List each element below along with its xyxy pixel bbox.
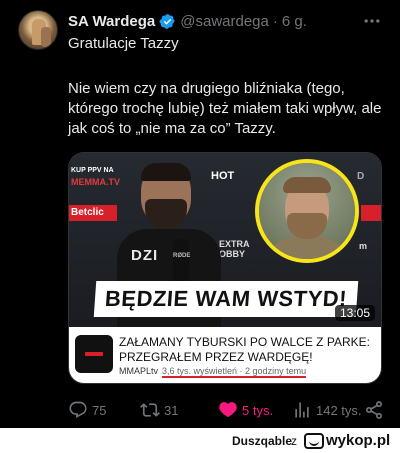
card-title[interactable]: ZAŁAMANY TYBURSKI PO WALCE Z PARKE: PRZE… [119, 335, 377, 365]
sponsor-d: D [357, 171, 365, 182]
tweet-header: SA Wardega @sawardega · 6 g. [68, 11, 307, 31]
author-handle[interactable]: @sawardega [180, 13, 269, 30]
footer-preposition: z [291, 434, 297, 448]
wykop-logo-icon [304, 432, 324, 449]
retweet-count: 31 [164, 402, 179, 418]
sponsor-red-strip [361, 205, 381, 221]
share-button[interactable] [364, 398, 388, 422]
reply-button[interactable]: 75 [68, 398, 106, 422]
tweet-text-line2: Nie wiem czy na drugiego bliźniaka (tego… [68, 80, 382, 137]
tweet-text-line1: Gratulacje Tazzy [68, 35, 179, 52]
wykop-footer: Duszqable z wykop.pl [0, 428, 400, 453]
sponsor-extra: EXTRA [219, 239, 250, 249]
mic-label: RØDE [173, 253, 191, 259]
retweet-icon [140, 403, 160, 417]
video-duration: 13:05 [334, 305, 375, 321]
shirt-text: DZI [131, 247, 159, 264]
author-name[interactable]: SA Wardega [68, 13, 155, 30]
share-icon [366, 401, 382, 419]
sponsor-memma: MEMMA.TV [71, 177, 120, 187]
views-button[interactable]: 142 tys. [292, 398, 362, 422]
card-channel: MMAPLtv [119, 366, 159, 376]
card-meta[interactable]: ZAŁAMANY TYBURSKI PO WALCE Z PARKE: PRZE… [69, 327, 381, 383]
reply-icon [69, 401, 87, 419]
thumbnail-headline: BĘDZIE WAM WSTYD! [93, 281, 359, 317]
reply-count: 75 [92, 402, 107, 418]
tweet-time[interactable]: 6 g. [282, 13, 307, 30]
sponsor-kup: KUP PPV NA [71, 167, 114, 174]
verified-badge-icon [159, 13, 176, 29]
retweet-button[interactable]: 31 [140, 398, 178, 422]
tweet[interactable]: SA Wardega @sawardega · 6 g. Gratulacje … [0, 0, 400, 428]
card-stats: 3,6 tys. wyświetleń · 2 godziny temu [162, 366, 307, 378]
action-bar: 75 31 5 tys. 142 tys. [68, 398, 388, 422]
footer-site: wykop.pl [326, 432, 391, 449]
channel-logo [75, 335, 113, 373]
header-separator: · [272, 12, 278, 30]
views-count: 142 tys. [316, 402, 362, 418]
card-subtitle: MMAPLtv 3,6 tys. wyświetleń · 2 godziny t… [119, 366, 307, 378]
like-button[interactable]: 5 tys. [218, 398, 273, 422]
sponsor-m: m [359, 241, 368, 251]
author-avatar[interactable] [18, 10, 58, 50]
sponsor-betclic: Betclic [69, 205, 117, 221]
sponsor-obby: OBBY [219, 249, 246, 259]
link-card[interactable]: KUP PPV NA MEMMA.TV Betclic HOT D EXTRA … [68, 152, 382, 384]
heart-icon [219, 402, 237, 418]
like-count: 5 tys. [242, 402, 274, 418]
wykop-logo[interactable]: wykop.pl [304, 431, 390, 450]
video-thumbnail[interactable]: KUP PPV NA MEMMA.TV Betclic HOT D EXTRA … [69, 153, 381, 327]
views-chart-icon [295, 402, 309, 418]
inset-portrait [255, 159, 359, 263]
footer-username[interactable]: Duszqable [232, 434, 292, 448]
more-horizontal-icon[interactable] [362, 11, 382, 31]
